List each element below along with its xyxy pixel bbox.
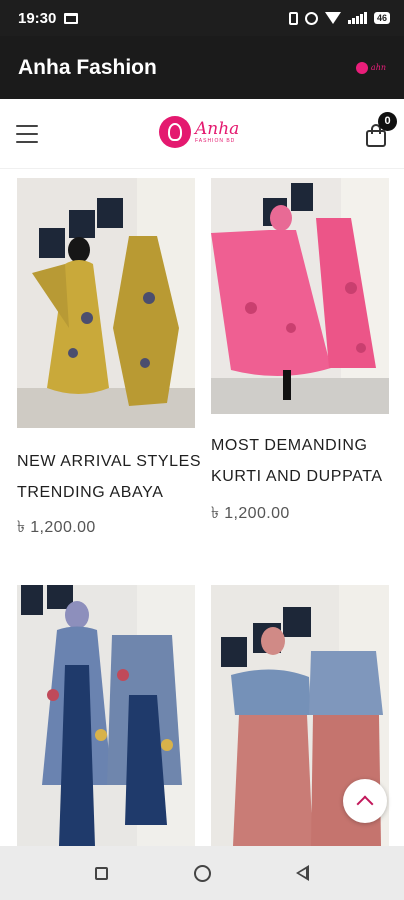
wifi-icon (324, 12, 341, 24)
brand-mark-icon (159, 116, 191, 148)
blouse-left (231, 669, 311, 715)
home-icon[interactable] (194, 865, 211, 882)
brand-sub: FASHION BD (195, 137, 236, 144)
alarm-icon (304, 11, 318, 25)
notification-book-icon (64, 12, 79, 24)
logo-mark-icon (355, 61, 368, 74)
menu-icon[interactable] (16, 125, 38, 143)
product-price: ৳ 1,200.00 (211, 505, 290, 522)
status-bar: 19:30 46 (0, 0, 404, 36)
product-name[interactable]: NEW ARRIVAL STYLES TRENDING ABAYA (17, 446, 202, 508)
skirt-left (233, 715, 313, 846)
app-header: Anha Fashion ahn (0, 36, 404, 99)
signal-icon (347, 12, 367, 24)
app-title: Anha Fashion (18, 55, 157, 79)
scroll-to-top-button[interactable] (343, 779, 387, 823)
product-image[interactable] (211, 178, 389, 414)
header-logo-text: ahn (370, 63, 386, 72)
blouse-right (309, 651, 383, 715)
product-price: ৳ 1,200.00 (17, 519, 96, 536)
chevron-up-icon (356, 795, 374, 813)
recent-apps-icon[interactable] (95, 867, 108, 880)
battery-icon: 46 (373, 12, 390, 24)
product-image[interactable] (17, 585, 195, 846)
status-time: 19:30 (18, 9, 57, 27)
brand-logo[interactable]: Anha FASHION BD (159, 116, 239, 148)
top-nav: Anha FASHION BD (0, 99, 404, 169)
system-navigation-bar (0, 846, 404, 900)
product-name[interactable]: MOST DEMANDING KURTI AND DUPPATA (211, 430, 396, 492)
product-image[interactable] (17, 178, 195, 428)
cart-count-badge: 0 (378, 112, 397, 131)
header-logo: ahn (355, 61, 386, 74)
vibrate-icon (288, 11, 298, 25)
status-icons: 46 (288, 11, 390, 25)
brand-name: Anha (195, 118, 240, 139)
